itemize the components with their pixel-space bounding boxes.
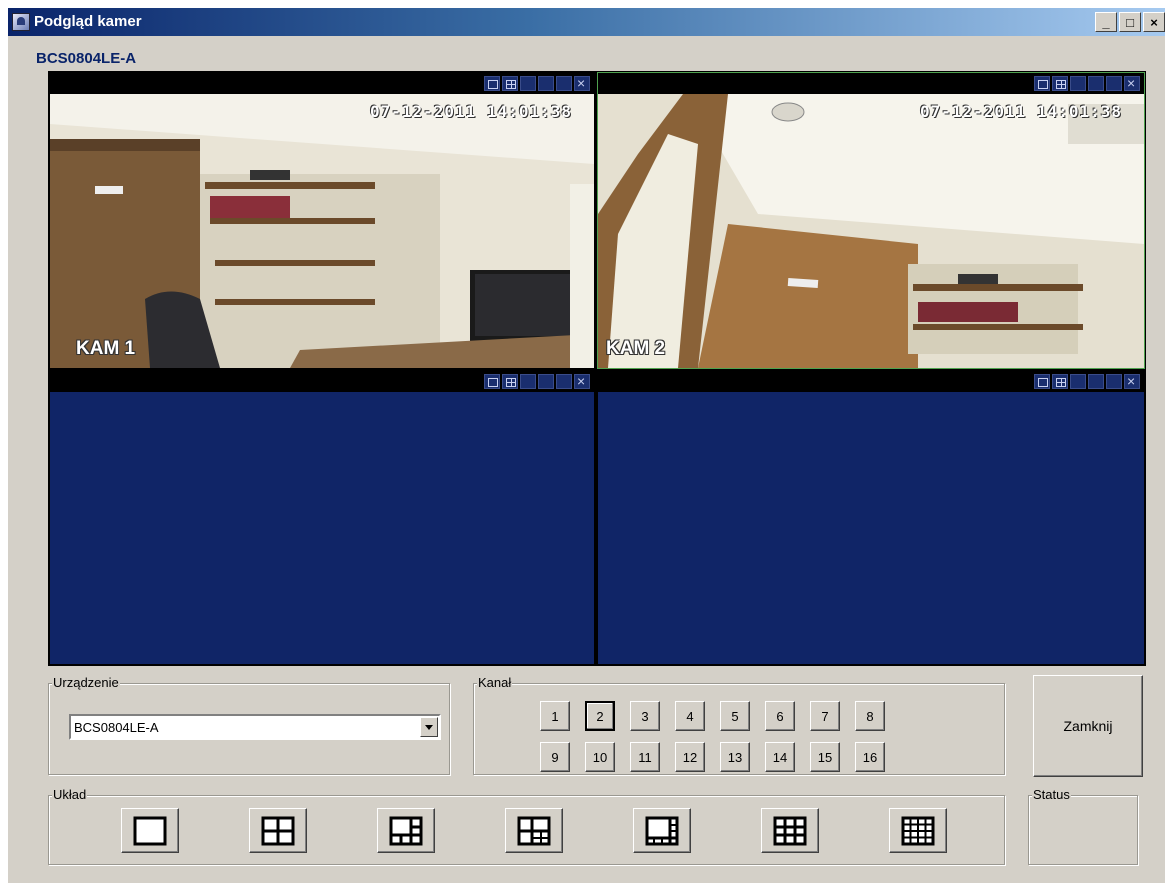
room-view-1 <box>50 94 594 368</box>
layout-4-icon <box>261 816 295 845</box>
channel-group-label: Kanał <box>477 675 513 690</box>
channel-button-16[interactable]: 16 <box>855 742 885 772</box>
timestamp-overlay: 07-12-2011 14:01:38 <box>919 102 1122 121</box>
channel-button-13[interactable]: 13 <box>720 742 750 772</box>
channel-button-3[interactable]: 3 <box>630 701 660 731</box>
pane-toolbar <box>50 371 594 392</box>
layout-6-icon <box>389 816 423 845</box>
blank-icon[interactable] <box>538 374 554 389</box>
channel-button-1[interactable]: 1 <box>540 701 570 731</box>
layout-4-button[interactable] <box>249 808 307 853</box>
close-pane-icon[interactable] <box>574 75 590 91</box>
video-feed-2: 07-12-2011 14:01:38 KAM 2 <box>598 94 1144 368</box>
blank-icon[interactable] <box>1070 76 1086 91</box>
quad-view-icon[interactable] <box>1052 76 1068 91</box>
minimize-button[interactable]: _ <box>1095 12 1117 32</box>
layout-8-button[interactable] <box>505 808 563 853</box>
window-controls: _ □ × <box>1095 12 1165 32</box>
channel-button-11[interactable]: 11 <box>630 742 660 772</box>
status-group-label: Status <box>1032 787 1071 802</box>
layout-9-button[interactable] <box>761 808 819 853</box>
device-heading: BCS0804LE-A <box>36 50 137 67</box>
channel-button-8[interactable]: 8 <box>855 701 885 731</box>
dropdown-arrow-icon[interactable] <box>420 717 438 737</box>
blank-icon[interactable] <box>1088 374 1104 389</box>
layout-6-button[interactable] <box>377 808 435 853</box>
channel-button-7[interactable]: 7 <box>810 701 840 731</box>
video-feed-3 <box>50 392 594 664</box>
channel-button-2[interactable]: 2 <box>585 701 615 731</box>
layout-13-icon <box>645 816 679 845</box>
single-view-icon[interactable] <box>484 374 500 389</box>
quad-view-icon[interactable] <box>1052 374 1068 389</box>
camera-pane-2[interactable]: 07-12-2011 14:01:38 KAM 2 <box>597 72 1145 369</box>
video-feed-1: 07-12-2011 14:01:38 KAM 1 <box>50 94 594 368</box>
blank-icon[interactable] <box>520 76 536 91</box>
close-pane-icon[interactable] <box>574 373 590 389</box>
pane-toolbar <box>50 73 594 94</box>
close-pane-icon[interactable] <box>1124 75 1140 91</box>
blank-icon[interactable] <box>1088 76 1104 91</box>
blank-icon[interactable] <box>1106 76 1122 91</box>
layout-16-button[interactable] <box>889 808 947 853</box>
single-view-icon[interactable] <box>484 76 500 91</box>
camera-grid: 07-12-2011 14:01:38 KAM 1 <box>48 71 1146 666</box>
window-title: Podgląd kamer <box>34 13 142 30</box>
single-view-icon[interactable] <box>1034 76 1050 91</box>
camera-pane-4[interactable] <box>598 371 1144 664</box>
maximize-button[interactable]: □ <box>1119 12 1141 32</box>
blank-icon[interactable] <box>538 76 554 91</box>
status-group: Status <box>1028 787 1138 865</box>
quad-view-icon[interactable] <box>502 76 518 91</box>
layout-9-icon <box>773 816 807 845</box>
device-group: Urządzenie BCS0804LE-A <box>48 675 450 775</box>
blank-icon[interactable] <box>1106 374 1122 389</box>
pane-toolbar <box>598 371 1144 392</box>
close-app-button[interactable]: Zamknij <box>1033 675 1143 777</box>
channel-group: Kanał 1 2 3 4 5 6 7 8 9 10 11 12 13 14 1… <box>473 675 1005 775</box>
layout-group-label: Układ <box>52 787 88 802</box>
channel-button-10[interactable]: 10 <box>585 742 615 772</box>
video-feed-4 <box>598 392 1144 664</box>
channel-button-6[interactable]: 6 <box>765 701 795 731</box>
blank-icon[interactable] <box>556 374 572 389</box>
channel-button-14[interactable]: 14 <box>765 742 795 772</box>
timestamp-overlay: 07-12-2011 14:01:38 <box>369 102 572 121</box>
close-pane-icon[interactable] <box>1124 373 1140 389</box>
camera-label: KAM 1 <box>76 338 136 359</box>
title-bar[interactable]: Podgląd kamer _ □ × <box>8 8 1165 36</box>
device-group-label: Urządzenie <box>52 675 120 690</box>
pane-toolbar <box>598 73 1144 94</box>
layout-16-icon <box>901 816 935 845</box>
blank-icon[interactable] <box>1070 374 1086 389</box>
camera-app-icon <box>12 13 30 31</box>
channel-button-15[interactable]: 15 <box>810 742 840 772</box>
layout-group: Układ <box>48 787 1005 865</box>
channel-button-4[interactable]: 4 <box>675 701 705 731</box>
channel-button-12[interactable]: 12 <box>675 742 705 772</box>
camera-label: KAM 2 <box>606 338 666 359</box>
device-select-value: BCS0804LE-A <box>74 720 159 735</box>
camera-pane-1[interactable]: 07-12-2011 14:01:38 KAM 1 <box>50 73 594 368</box>
main-window: Podgląd kamer _ □ × BCS0804LE-A × 07-12-… <box>8 8 1165 883</box>
layout-1-icon <box>133 816 167 845</box>
device-select[interactable]: BCS0804LE-A <box>69 714 441 740</box>
single-view-icon[interactable] <box>1034 374 1050 389</box>
quad-view-icon[interactable] <box>502 374 518 389</box>
room-view-2 <box>598 94 1144 368</box>
layout-13-button[interactable] <box>633 808 691 853</box>
layout-8-icon <box>517 816 551 845</box>
blank-icon[interactable] <box>556 76 572 91</box>
channel-button-5[interactable]: 5 <box>720 701 750 731</box>
blank-icon[interactable] <box>520 374 536 389</box>
channel-button-9[interactable]: 9 <box>540 742 570 772</box>
close-window-button[interactable]: × <box>1143 12 1165 32</box>
camera-pane-3[interactable] <box>50 371 594 664</box>
layout-1-button[interactable] <box>121 808 179 853</box>
